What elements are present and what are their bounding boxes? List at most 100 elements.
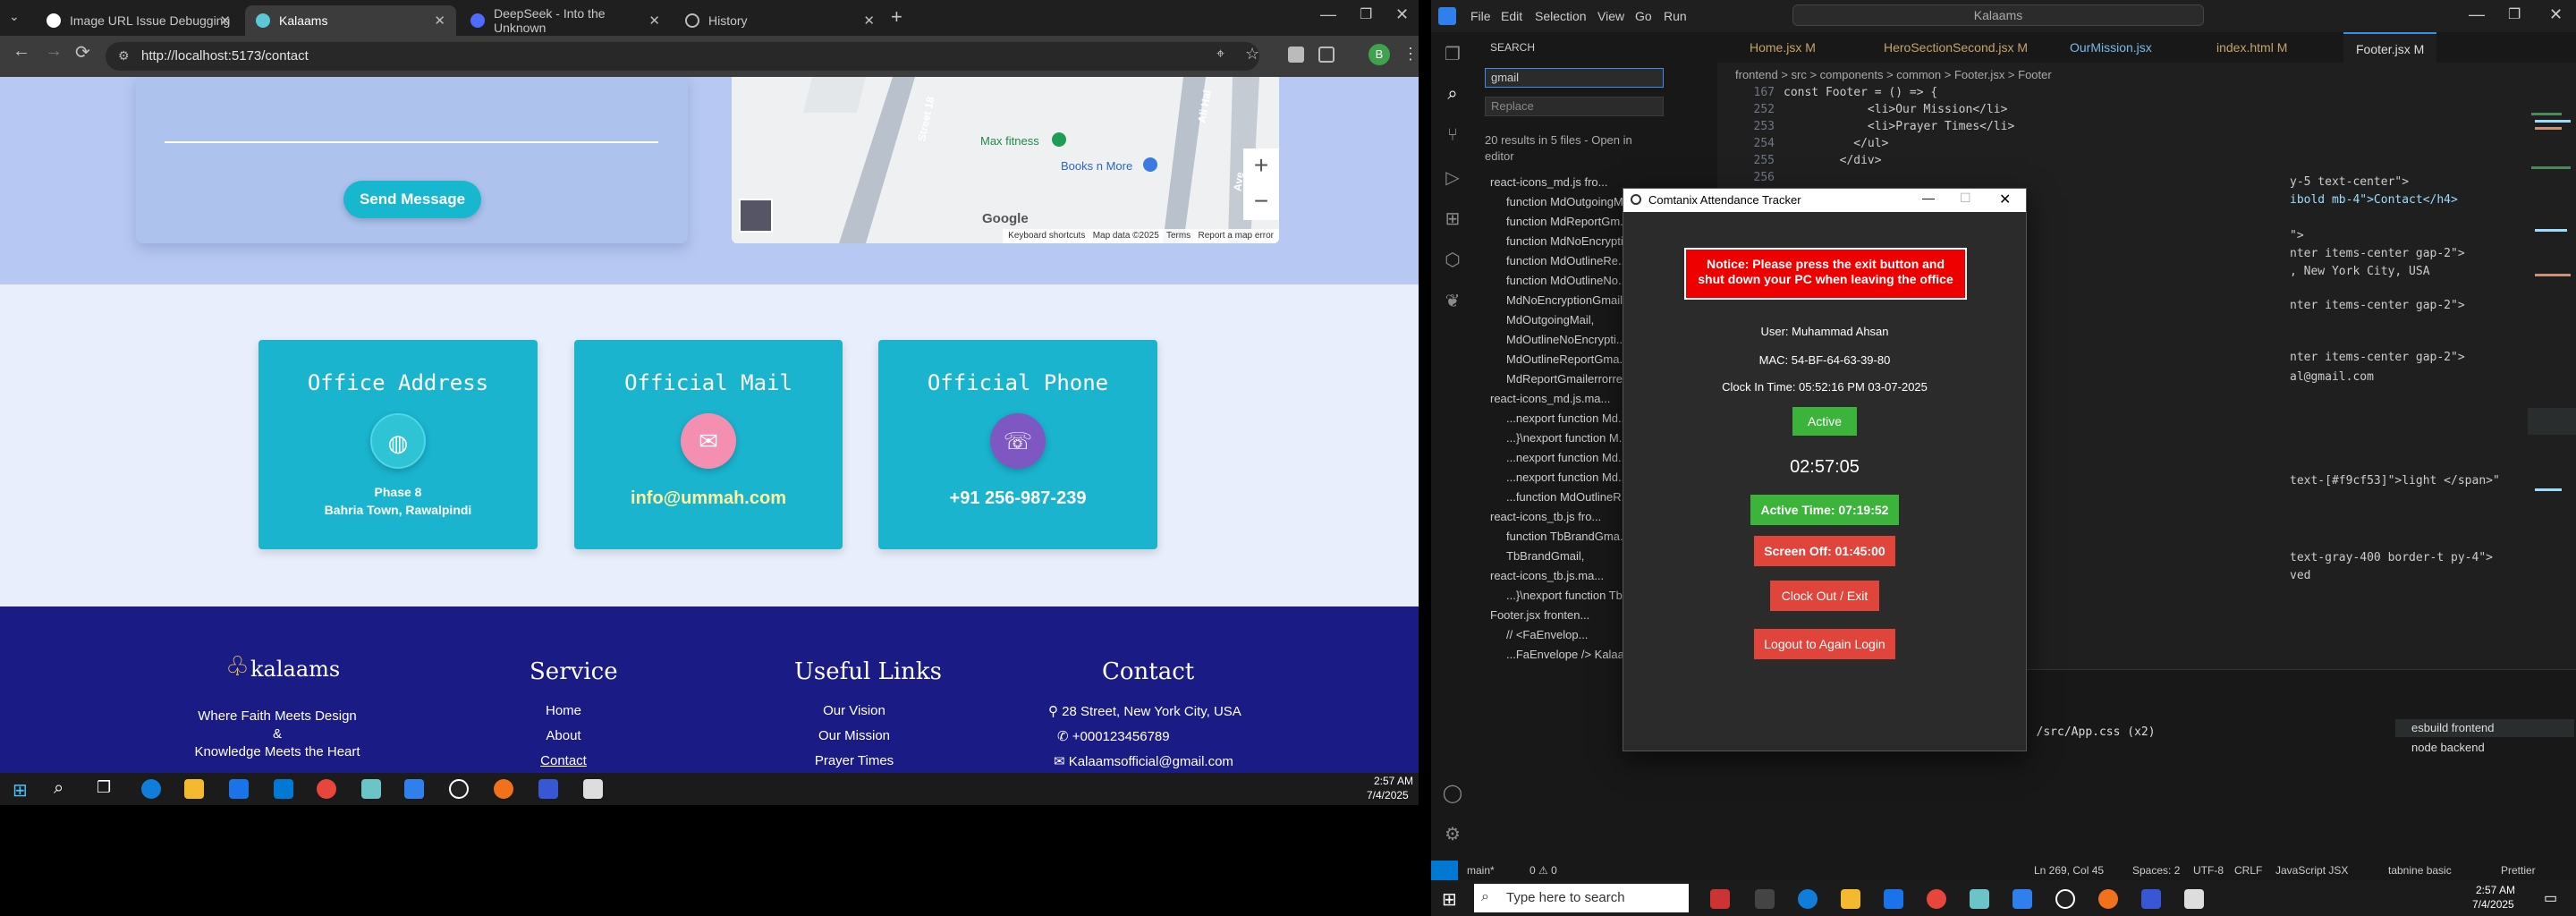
search-result-match[interactable]: MdOutgoingMail, [1506,313,1594,327]
location-icon[interactable]: ⌖ [1216,47,1224,63]
file-explorer-icon[interactable] [1841,889,1860,909]
tab-deepseek[interactable]: DeepSeek - Into the Unknown ✕ [460,5,671,36]
maximize-icon[interactable]: ☐ [1960,191,1971,206]
maximize-icon[interactable]: ❐ [1360,5,1372,23]
new-tab-icon[interactable]: + [891,5,902,29]
menu-run[interactable]: Run [1664,9,1687,23]
tab-history[interactable]: History ✕ [674,5,886,36]
file-explorer-icon[interactable] [184,779,204,799]
task-view-icon[interactable] [1755,889,1775,909]
menu-icon[interactable]: ⋮ [1402,45,1419,64]
menu-view[interactable]: View [1597,9,1624,23]
app-icon[interactable] [449,779,469,799]
vscode-icon[interactable] [404,779,424,799]
map-pin-icon[interactable] [1143,157,1157,172]
minimize-icon[interactable]: — [1320,5,1336,24]
search-query-input[interactable]: gmail [1485,68,1664,88]
close-window-icon[interactable]: ✕ [1395,5,1409,24]
mail-app-icon[interactable] [274,779,293,799]
back-icon[interactable]: ← [13,41,30,62]
windows-start-icon[interactable]: ⊞ [13,779,28,802]
clock-time[interactable]: 2:57 AM [2476,884,2515,896]
chrome-icon[interactable] [317,779,336,799]
report-error-link[interactable]: Report a map error [1199,231,1274,241]
search-result-match[interactable]: ...nexport function Md... [1506,471,1628,484]
send-message-button[interactable]: Send Message [343,181,481,218]
code-fragment[interactable]: , New York City, USA [2290,265,2430,278]
footer-link-home[interactable]: Home [519,703,608,718]
menu-edit[interactable]: Edit [1501,9,1522,23]
prettier-status[interactable]: Prettier [2501,864,2536,877]
line-ending[interactable]: CRLF [2234,864,2262,877]
close-icon[interactable]: ✕ [434,13,445,29]
map-place-label[interactable]: Books n More [1061,159,1132,173]
code-fragment[interactable]: nter items-center gap-2"> [2290,247,2465,260]
footer-link-vision[interactable]: Our Vision [801,703,908,718]
menu-go[interactable]: Go [1635,9,1652,23]
search-result-match[interactable]: MdReportGmailerrorre... [1506,372,1632,386]
search-result-match[interactable]: ...function MdOutlineR... [1506,490,1631,504]
search-result-match[interactable]: ...}\nexport function M... [1506,431,1629,445]
tab-search-icon[interactable]: ⌄ [9,9,20,24]
terminal-task-node[interactable]: node backend [2395,739,2574,757]
search-result-match[interactable]: MdOutlineReportGma... [1506,352,1629,366]
clock-date[interactable]: 7/4/2025 [2472,898,2514,911]
problems-count[interactable]: 0 ⚠ 0 [1530,864,1557,877]
search-result-file[interactable]: react-icons_tb.js.ma... [1490,569,1604,582]
search-result-match[interactable]: ...nexport function Md... [1506,411,1628,425]
code-line[interactable]: </ul> [1784,137,1888,150]
mongodb-icon[interactable]: ❦ [1442,290,1463,311]
chrome-icon[interactable] [1927,889,1946,909]
search-result-match[interactable]: function MdOutlineRe... [1506,254,1628,267]
side-panel-icon[interactable] [1318,47,1335,63]
zoom-out-button[interactable]: − [1243,184,1279,220]
search-result-file[interactable]: react-icons_md.js.ma... [1490,392,1610,405]
edge-icon[interactable] [1798,889,1818,909]
close-window-icon[interactable]: ✕ [2549,5,2563,24]
url-field[interactable]: http://localhost:5173/contact [106,42,1259,71]
code-fragment[interactable]: al@gmail.com [2290,370,2374,384]
code-fragment[interactable]: y-5 text-center"> [2290,175,2409,189]
search-result-match[interactable]: ...nexport function Md... [1506,451,1628,464]
embedded-map[interactable]: Street 18 Ali Hai Ave Max fitness Books … [732,77,1279,243]
close-icon[interactable]: ✕ [863,13,875,29]
map-pin-icon[interactable] [1052,132,1066,147]
zoom-in-button[interactable]: + [1243,148,1279,184]
code-fragment[interactable]: nter items-center gap-2"> [2290,299,2465,312]
brand-name[interactable]: kalaams [250,657,340,682]
keyboard-shortcuts-link[interactable]: Keyboard shortcuts [1008,231,1085,241]
tab-home-jsx[interactable]: Home.jsx M [1737,32,1828,63]
code-fragment[interactable]: text-[#f9cf53]">light </span>" [2290,474,2500,488]
site-info-icon[interactable]: ⚙ [118,48,130,64]
code-fragment[interactable]: "> [2290,229,2304,242]
command-center-search[interactable]: Kalaams [1792,4,2204,26]
search-result-match[interactable]: function MdOutlineNo... [1506,274,1628,287]
close-icon[interactable]: ✕ [219,13,231,29]
search-icon[interactable]: ⌕ [54,778,64,799]
footer-email-text[interactable]: Kalaamsofficial@gmail.com [1069,754,1233,769]
clock-out-button[interactable]: Clock Out / Exit [1770,581,1879,611]
code-fragment[interactable]: ved [2290,569,2310,582]
footer-link-about[interactable]: About [519,728,608,743]
maximize-icon[interactable]: ❐ [2508,5,2521,23]
app-icon[interactable] [2184,889,2204,909]
store-icon[interactable] [1884,889,1903,909]
code-line[interactable]: </div> [1784,154,1882,167]
windows-start-icon[interactable]: ⊞ [1442,888,1457,911]
logout-button[interactable]: Logout to Again Login [1754,629,1895,659]
minimize-icon[interactable]: — [1922,191,1935,205]
search-result-match[interactable]: ...FaEnvelope /> Kalaa... [1506,648,1634,661]
tab-herosection-jsx[interactable]: HeroSectionSecond.jsx M [1871,32,2040,63]
code-line[interactable]: const Footer = () => { [1784,86,1937,99]
search-result-match[interactable]: function MdNoEncrypti... [1506,234,1633,248]
minimize-icon[interactable]: — [2469,5,2485,24]
profile-avatar[interactable]: B [1368,44,1390,65]
tab-footer-jsx[interactable]: Footer.jsx M [2343,32,2437,63]
app-icon[interactable] [583,779,603,799]
app-icon[interactable] [2055,889,2075,909]
search-icon[interactable]: ⌕ [1442,84,1463,106]
map-place-label[interactable]: Max fitness [980,134,1039,148]
clock-date[interactable]: 7/4/2025 [1367,789,1409,802]
extension-icon[interactable] [1288,47,1304,63]
search-result-match[interactable]: MdOutlineNoEncrypti... [1506,333,1626,346]
